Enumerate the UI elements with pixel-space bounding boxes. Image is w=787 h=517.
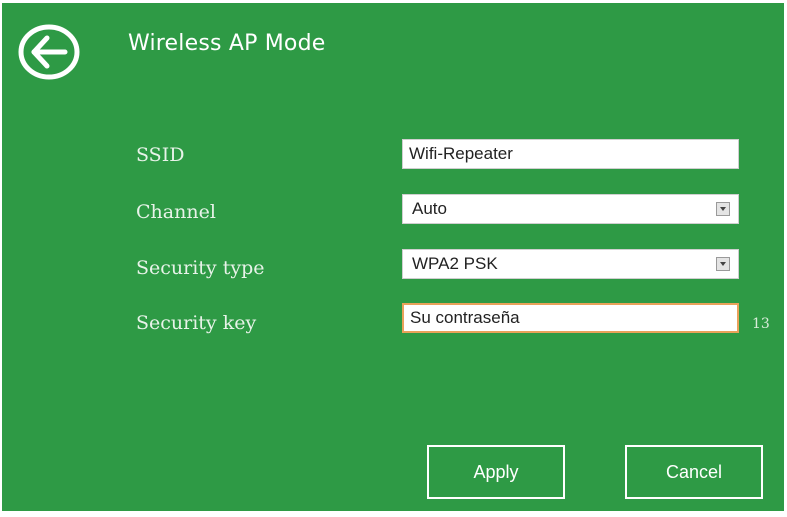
page-title: Wireless AP Mode bbox=[128, 31, 326, 56]
security-key-input[interactable] bbox=[402, 303, 739, 333]
wireless-ap-mode-panel: Wireless AP Mode SSID Channel Auto Secur… bbox=[2, 3, 784, 511]
chevron-down-icon[interactable] bbox=[716, 202, 730, 216]
security-key-char-count: 13 bbox=[752, 316, 770, 332]
security-key-label: Security key bbox=[136, 312, 257, 334]
channel-select[interactable]: Auto bbox=[402, 194, 739, 224]
channel-selected-value: Auto bbox=[412, 199, 447, 218]
security-type-selected-value: WPA2 PSK bbox=[412, 254, 498, 273]
ssid-input[interactable] bbox=[402, 139, 739, 169]
apply-button[interactable]: Apply bbox=[427, 445, 565, 499]
cancel-button[interactable]: Cancel bbox=[625, 445, 763, 499]
security-type-label: Security type bbox=[136, 257, 265, 279]
security-type-select[interactable]: WPA2 PSK bbox=[402, 249, 739, 279]
back-button[interactable] bbox=[16, 23, 82, 81]
chevron-down-icon[interactable] bbox=[716, 257, 730, 271]
arrow-left-circle-icon bbox=[18, 24, 80, 80]
channel-label: Channel bbox=[136, 201, 216, 223]
ssid-label: SSID bbox=[136, 144, 185, 166]
